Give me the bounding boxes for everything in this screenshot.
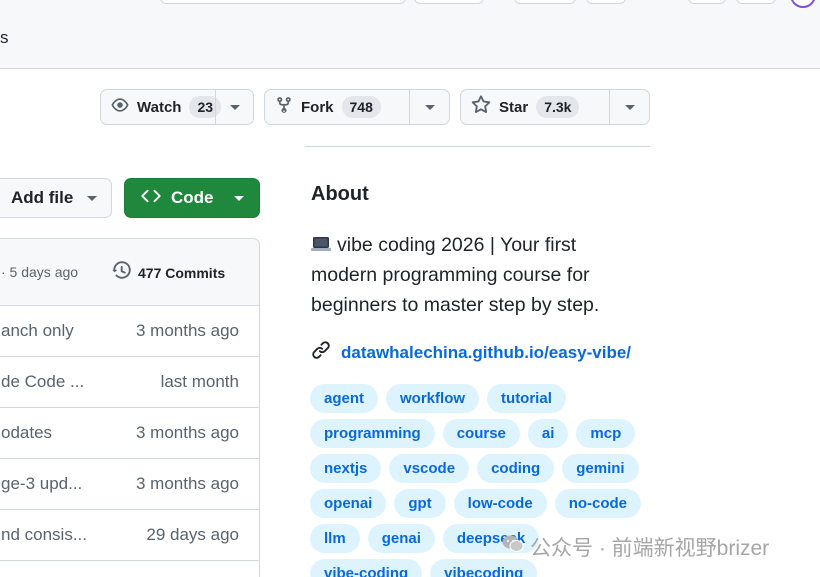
file-row[interactable]: anch only 3 months ago <box>0 306 259 357</box>
topic-tag[interactable]: gpt <box>394 489 446 518</box>
commit-age: 29 days ago <box>146 525 239 544</box>
topic-tag[interactable]: genai <box>367 524 435 553</box>
about-description: vibe coding 2026 | Your first modern pro… <box>311 230 646 320</box>
topic-tag[interactable]: llm <box>310 524 360 553</box>
file-list: · 5 days ago 477 Commits anch only 3 mon… <box>0 238 260 577</box>
topic-tag[interactable]: course <box>442 419 520 448</box>
repo-header <box>0 0 820 69</box>
star-count: 7.3k <box>536 96 580 118</box>
watermark: 公众号 · 前端新视野brizer <box>502 532 769 562</box>
repo-forked-icon <box>275 96 293 118</box>
fork-dropdown-button[interactable] <box>409 90 449 124</box>
link-icon <box>311 340 331 365</box>
topic-tag[interactable]: no-code <box>554 489 642 518</box>
commits-count: 477 Commits <box>138 264 226 281</box>
watch-button-group: Watch 23 <box>100 89 254 125</box>
caret-down-icon <box>424 104 435 110</box>
file-row[interactable]: odates 3 months ago <box>0 408 259 459</box>
topic-tag[interactable]: programming <box>310 419 435 448</box>
file-row[interactable]: nd consis... 29 days ago <box>0 510 259 561</box>
add-file-label: Add file <box>11 188 74 207</box>
star-button[interactable]: Star 7.3k <box>461 90 609 124</box>
about-description-text: vibe coding 2026 | Your first modern pro… <box>311 234 600 316</box>
history-icon <box>112 261 132 284</box>
laptop-icon <box>311 231 331 251</box>
add-file-button[interactable]: Add file <box>0 178 112 218</box>
file-row[interactable]: ge-3 upd... 3 months ago <box>0 459 259 510</box>
watch-label: Watch <box>137 98 182 116</box>
topic-row: programming course ai mcp <box>310 419 650 448</box>
topic-row: openai gpt low-code no-code <box>310 489 650 518</box>
commit-message[interactable]: nd consis... <box>1 525 87 545</box>
commit-age: 3 months ago <box>135 474 239 493</box>
about-heading: About <box>311 183 369 205</box>
topic-tag[interactable]: openai <box>310 489 387 518</box>
topic-tag[interactable]: nextjs <box>310 454 382 483</box>
code-label: Code <box>171 188 214 207</box>
topic-tag[interactable]: vscode <box>389 454 470 483</box>
commit-age: last month <box>160 372 239 391</box>
fork-count: 748 <box>341 96 381 118</box>
repo-nav-tab-fragment[interactable]: s <box>0 28 9 48</box>
commit-message[interactable]: de Code ... <box>1 372 84 392</box>
topic-row: agent workflow tutorial <box>310 384 650 413</box>
topic-tag[interactable]: low-code <box>453 489 547 518</box>
search-field-fragment[interactable] <box>160 0 406 4</box>
topic-tag[interactable]: agent <box>310 384 379 413</box>
star-dropdown-button[interactable] <box>609 90 649 124</box>
commit-message[interactable]: ge-3 upd... <box>1 474 82 494</box>
eye-icon <box>111 96 129 118</box>
fork-label: Fork <box>301 98 334 116</box>
commit-message[interactable]: odates <box>1 423 52 443</box>
commit-age: 3 months ago <box>135 423 239 442</box>
file-row[interactable]: de Code ... last month <box>0 357 259 408</box>
star-icon <box>471 95 491 119</box>
caret-down-icon <box>624 104 635 110</box>
top-button-fragment[interactable] <box>514 0 576 4</box>
fork-button[interactable]: Fork 748 <box>265 90 409 124</box>
top-button-fragment[interactable] <box>736 0 776 4</box>
caret-down-icon <box>229 104 240 110</box>
latest-commit-bar: · 5 days ago 477 Commits <box>0 239 259 306</box>
homepage-link-text[interactable]: datawhalechina.github.io/easy-vibe/ <box>341 343 631 363</box>
top-button-fragment[interactable] <box>586 0 626 4</box>
caret-down-icon <box>233 195 244 201</box>
commit-message[interactable]: anch only <box>1 321 74 341</box>
topic-tag[interactable]: mcp <box>576 419 636 448</box>
wechat-icon <box>502 534 524 560</box>
watermark-text: 公众号 · 前端新视野brizer <box>530 537 770 560</box>
latest-commit-time: · 5 days ago <box>1 264 79 280</box>
code-icon <box>141 186 161 211</box>
topic-tag[interactable]: gemini <box>562 454 639 483</box>
star-label: Star <box>499 98 529 116</box>
watch-button[interactable]: Watch 23 <box>101 90 222 124</box>
topic-tag[interactable]: workflow <box>386 384 480 413</box>
commits-link[interactable]: 477 Commits <box>112 261 225 284</box>
topic-tag[interactable]: vibe-coding <box>310 559 423 577</box>
code-button[interactable]: Code <box>124 178 260 218</box>
top-button-fragment[interactable] <box>414 0 484 4</box>
homepage-link[interactable]: datawhalechina.github.io/easy-vibe/ <box>311 340 631 365</box>
section-divider <box>305 146 650 147</box>
commit-age: 3 months ago <box>135 321 239 340</box>
topic-tag[interactable]: coding <box>477 454 555 483</box>
topic-row: nextjs vscode coding gemini <box>310 454 650 483</box>
caret-down-icon <box>87 195 98 201</box>
watch-dropdown-button[interactable] <box>215 90 253 124</box>
star-button-group: Star 7.3k <box>460 89 650 125</box>
fork-button-group: Fork 748 <box>264 89 450 125</box>
top-button-fragment[interactable] <box>688 0 726 4</box>
topic-tag[interactable]: tutorial <box>487 384 566 413</box>
topic-tag[interactable]: ai <box>527 419 569 448</box>
